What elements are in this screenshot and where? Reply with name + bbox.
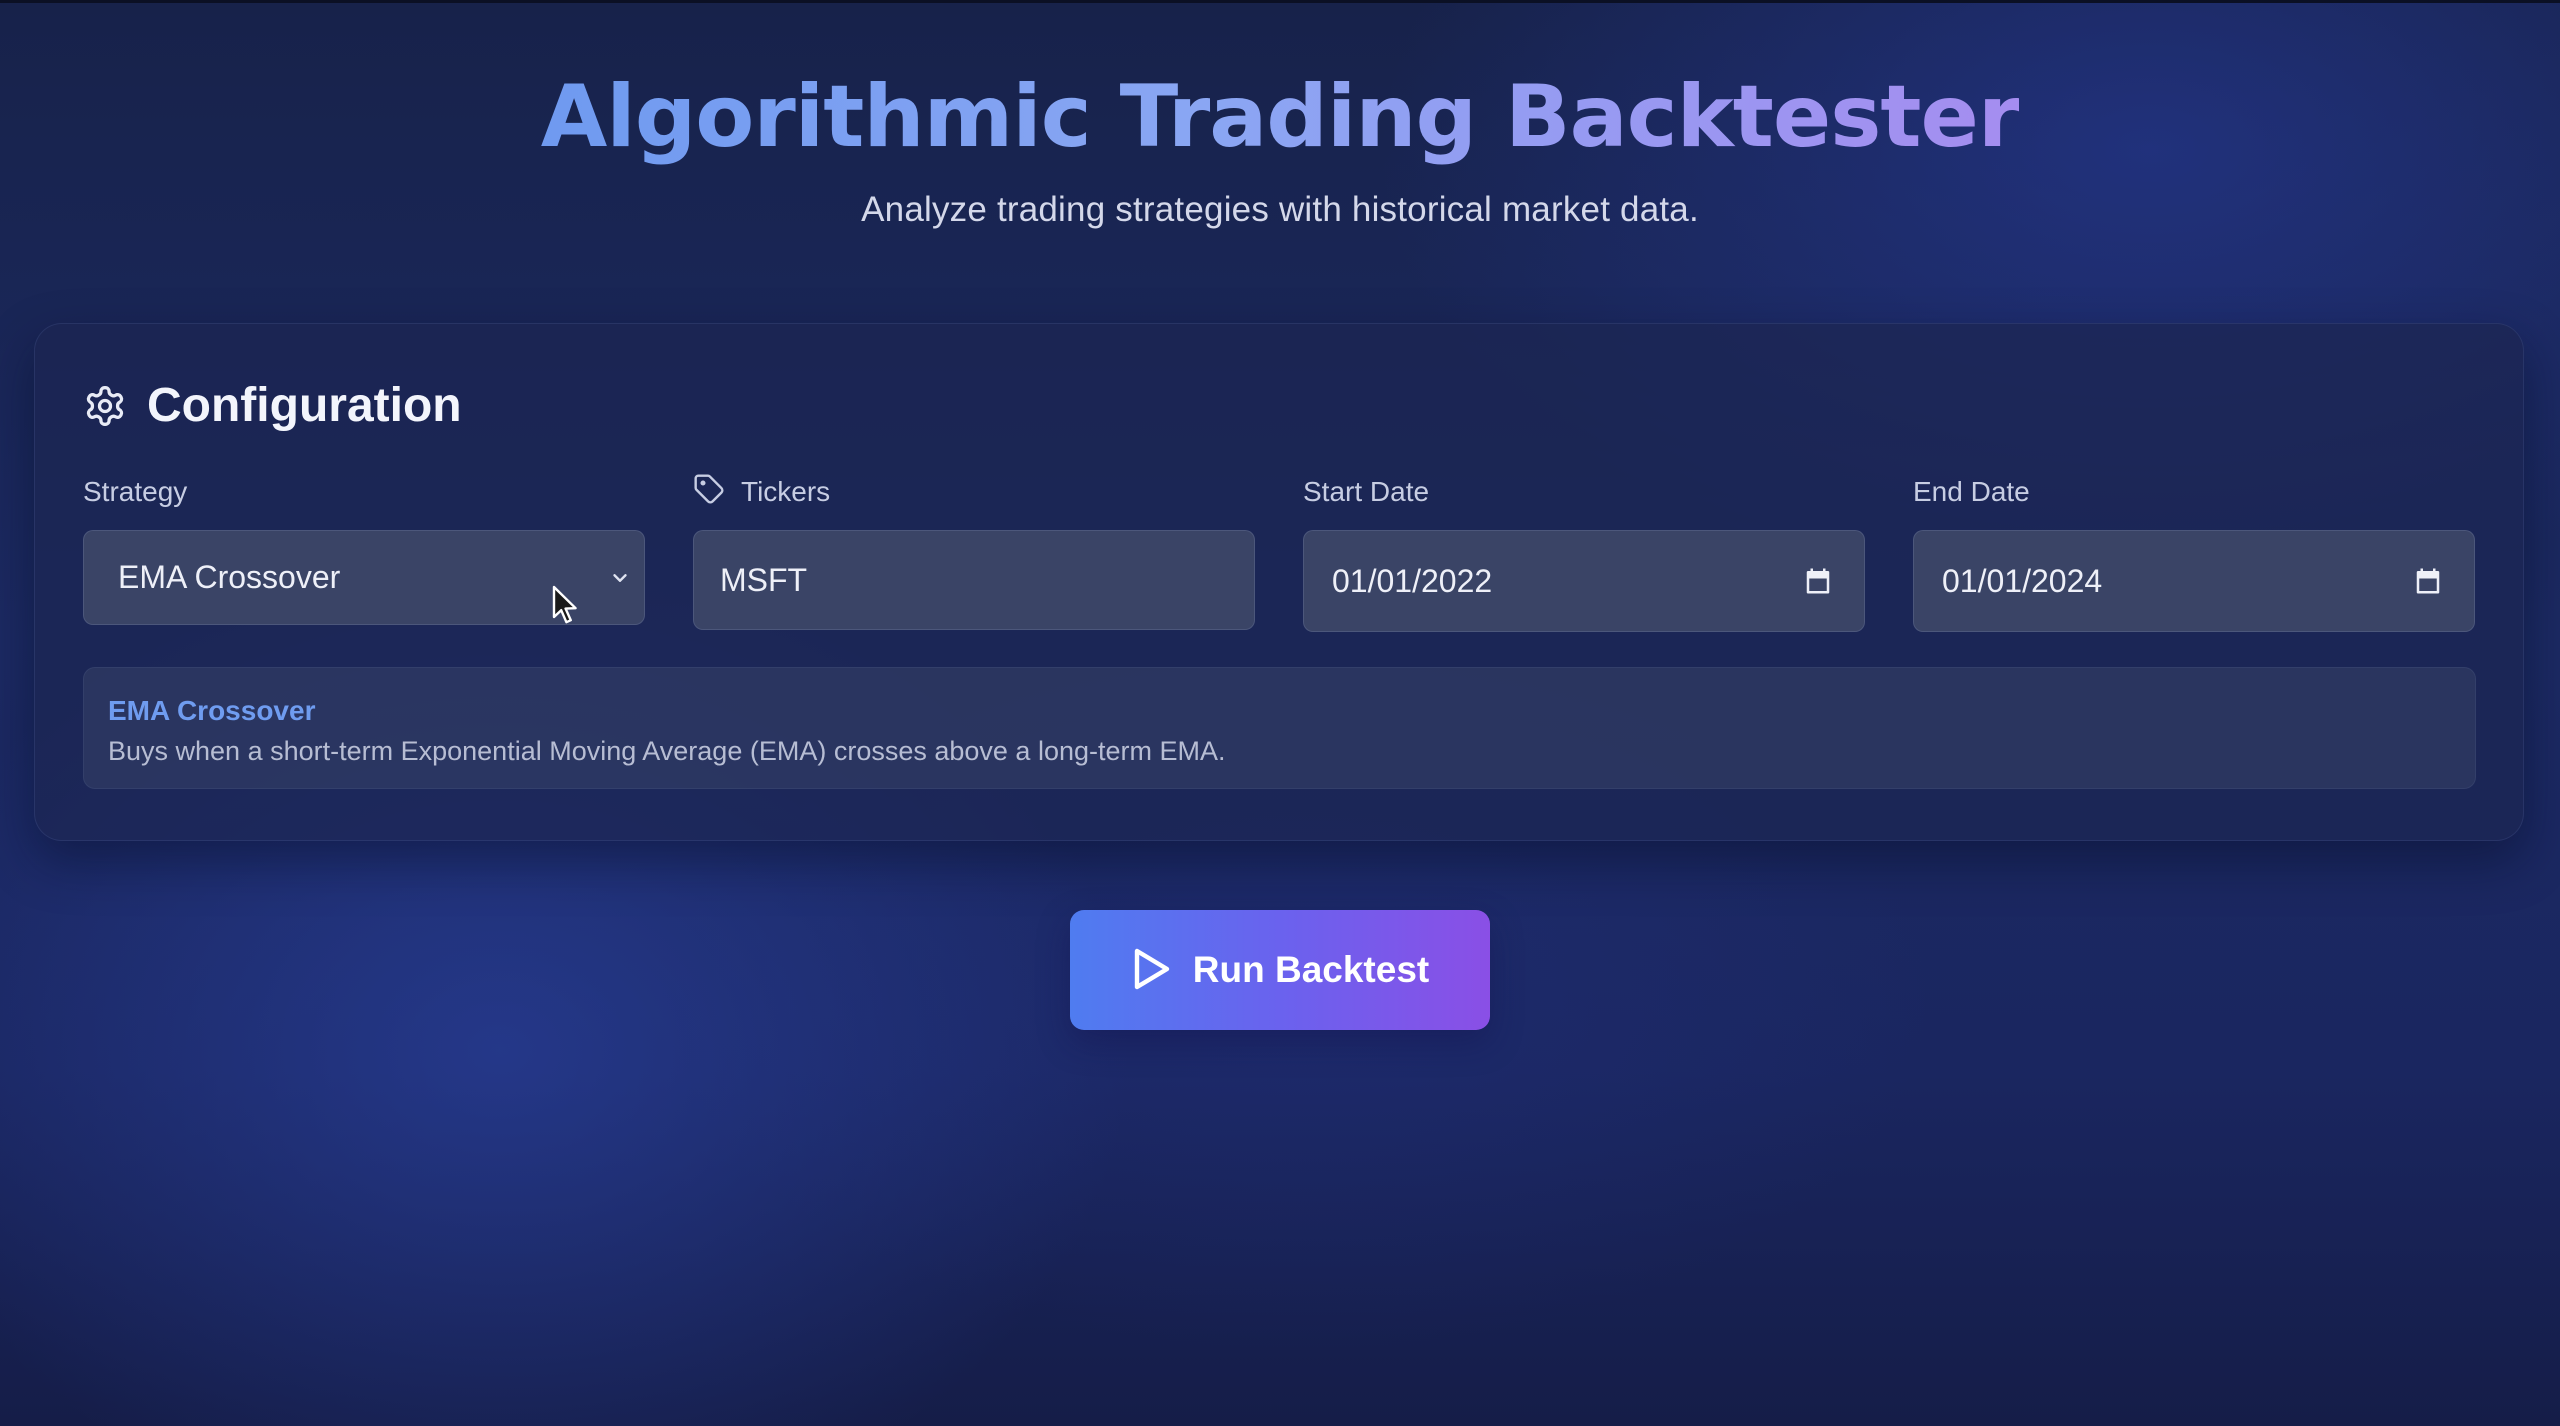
tickers-value: MSFT xyxy=(720,561,808,598)
calendar-icon[interactable] xyxy=(2408,561,2448,601)
start-date-label: Start Date xyxy=(1303,476,1430,507)
configuration-header: Configuration xyxy=(83,378,462,433)
start-date-value: 01/01/2022 xyxy=(1332,562,1493,599)
tag-icon xyxy=(693,473,741,512)
tickers-field: Tickers MSFT xyxy=(693,472,1255,630)
configuration-panel: Configuration Strategy EMA Crossover Tic… xyxy=(34,323,2524,841)
strategy-description-title: EMA Crossover xyxy=(108,695,316,726)
end-date-field: End Date 01/01/2024 xyxy=(1913,472,2475,632)
page-header: Algorithmic Trading Backtester Analyze t… xyxy=(0,62,2560,230)
strategy-label: Strategy xyxy=(83,476,188,507)
strategy-description: EMA Crossover Buys when a short-term Exp… xyxy=(83,667,2476,789)
play-icon xyxy=(1131,947,1171,994)
end-date-label: End Date xyxy=(1913,476,2030,507)
strategy-field: Strategy EMA Crossover xyxy=(83,472,645,625)
end-date-value: 01/01/2024 xyxy=(1942,562,2103,599)
tickers-input[interactable]: MSFT xyxy=(693,530,1255,630)
run-backtest-button[interactable]: Run Backtest xyxy=(1070,910,1490,1030)
start-date-field: Start Date 01/01/2022 xyxy=(1303,472,1865,632)
calendar-icon[interactable] xyxy=(1798,561,1838,601)
strategy-selected-value: EMA Crossover xyxy=(118,559,341,595)
configuration-title: Configuration xyxy=(147,379,462,432)
tickers-label: Tickers xyxy=(693,472,1255,512)
page-subtitle: Analyze trading strategies with historic… xyxy=(861,190,1699,229)
end-date-input[interactable]: 01/01/2024 xyxy=(1913,530,2475,632)
run-backtest-label: Run Backtest xyxy=(1192,949,1430,990)
strategy-description-text: Buys when a short-term Exponential Movin… xyxy=(108,736,1226,766)
chevron-down-icon xyxy=(600,558,640,598)
gear-icon xyxy=(83,384,127,428)
page-title: Algorithmic Trading Backtester xyxy=(541,62,2021,172)
mouse-pointer-icon xyxy=(552,585,580,633)
window-top-edge xyxy=(0,0,2560,3)
strategy-select[interactable]: EMA Crossover xyxy=(83,530,645,625)
start-date-input[interactable]: 01/01/2022 xyxy=(1303,530,1865,632)
